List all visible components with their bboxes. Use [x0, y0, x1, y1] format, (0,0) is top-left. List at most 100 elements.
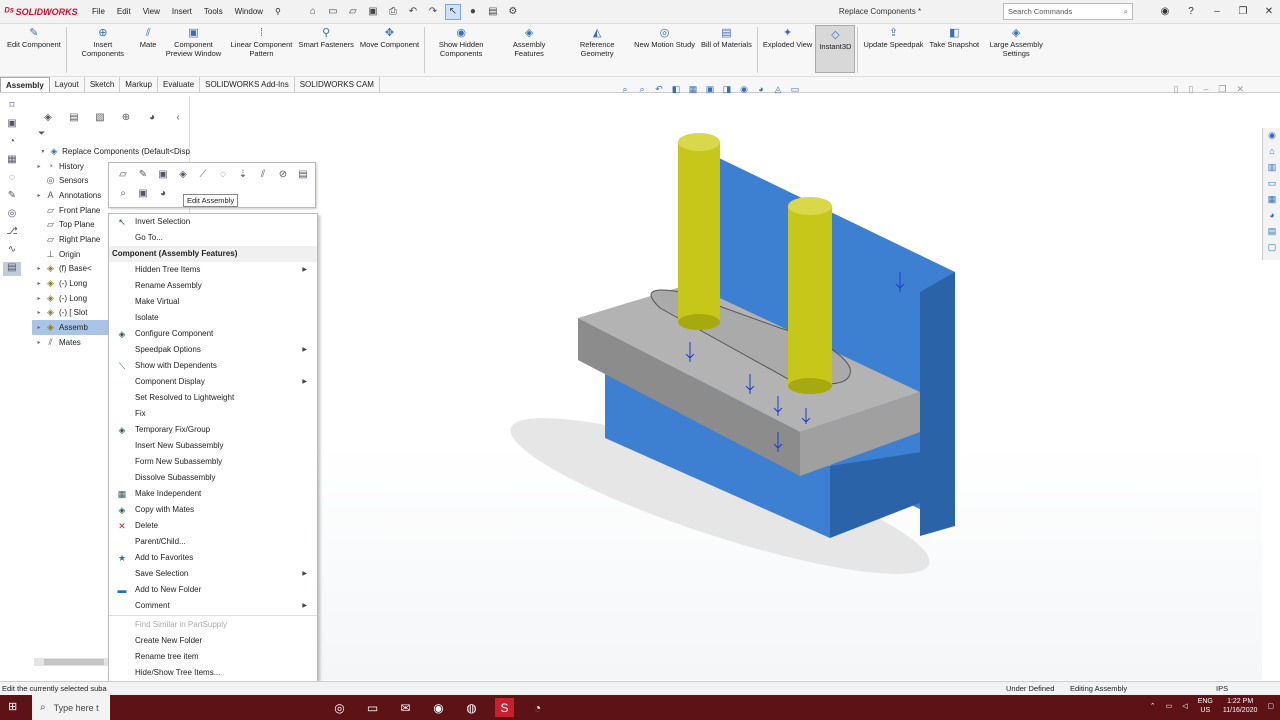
tab-assembly[interactable]: Assembly — [0, 77, 50, 92]
help-icon[interactable]: ? — [1184, 2, 1198, 20]
menu-item-isolate[interactable]: Isolate — [109, 310, 317, 326]
pin-icon[interactable]: ⚲ — [269, 7, 287, 16]
configuration-manager-tab-icon[interactable]: ▧ — [92, 110, 108, 124]
user-icon[interactable]: ◉ — [1158, 2, 1172, 20]
chrome-icon[interactable]: ◎ — [330, 698, 349, 717]
menu-item-temporary-fix-group[interactable]: ◈ Temporary Fix/Group — [109, 422, 317, 438]
viewport-tile-icon[interactable]: ▯ — [1188, 84, 1193, 95]
expand-arrow-icon[interactable]: ▸ — [34, 192, 44, 199]
appearance-icon[interactable]: ◕ — [155, 185, 171, 201]
menu-item-make-virtual[interactable]: Make Virtual — [109, 294, 317, 310]
home-icon[interactable]: ⌂ — [305, 4, 321, 20]
menu-item-rename-assembly[interactable]: Rename Assembly — [109, 278, 317, 294]
status-units[interactable]: IPS — [1216, 682, 1228, 695]
tab-markup[interactable]: Markup — [120, 77, 158, 92]
ribbon-button-instant3d[interactable]: ◇ Instant3D — [815, 25, 856, 73]
expand-arrow-icon[interactable]: ▸ — [34, 309, 44, 316]
edit-part-icon[interactable]: ✎ — [135, 166, 151, 182]
viewport-minimize-icon[interactable]: – — [1203, 84, 1208, 95]
display-manager-tab-icon[interactable]: ◕ — [144, 110, 160, 124]
menu-item-invert-selection[interactable]: ↖ Invert Selection — [109, 214, 317, 230]
file-explorer-taskbar-icon[interactable]: ▭ — [363, 698, 382, 717]
ribbon-button-update-speedpak[interactable]: ⇪ Update Speedpak — [860, 24, 926, 50]
feature-tree-tab-icon[interactable]: ◈ — [40, 110, 56, 124]
minimize-icon[interactable]: – — [1210, 2, 1224, 20]
ribbon-button-large-assembly-settings[interactable]: ◈ Large Assembly Settings — [982, 24, 1050, 58]
tab-addins[interactable]: SOLIDWORKS Add-Ins — [200, 77, 295, 92]
undo-icon[interactable]: ↶ — [405, 4, 421, 20]
viewport-restore-icon[interactable]: ❐ — [1218, 84, 1226, 95]
ribbon-button-mate[interactable]: ⫽ Mate — [137, 24, 160, 50]
menu-file[interactable]: File — [86, 7, 111, 16]
strip-tool-9-icon[interactable]: ∿ — [3, 244, 21, 258]
menu-view[interactable]: View — [137, 7, 166, 16]
dimxpert-tab-icon[interactable]: ⊕ — [118, 110, 134, 124]
ribbon-button-linear-component-pattern[interactable]: ⁞ Linear Component Pattern — [227, 24, 295, 58]
panel-more-icon[interactable]: ‹ — [170, 110, 186, 124]
menu-item-add-to-new-folder[interactable]: ▬ Add to New Folder — [109, 582, 317, 598]
home-pane-icon[interactable]: ⌂ — [1265, 146, 1279, 160]
save-icon[interactable]: ▣ — [365, 4, 381, 20]
discord-icon[interactable]: ◍ — [462, 698, 481, 717]
ribbon-button-take-snapshot[interactable]: ◧ Take Snapshot — [927, 24, 983, 50]
menu-item-parent-child[interactable]: Parent/Child... — [109, 534, 317, 550]
strip-tool-7-icon[interactable]: ◎ — [3, 208, 21, 222]
menu-item-component-display[interactable]: Component Display ▶ — [109, 374, 317, 390]
pin-2-top[interactable] — [788, 197, 832, 215]
appearances-icon[interactable]: ◕ — [1265, 210, 1279, 224]
view-settings-icon[interactable]: ▭ — [788, 82, 802, 96]
strip-tool-5-icon[interactable]: ◌ — [3, 172, 21, 186]
apply-scene-icon[interactable]: ◬ — [771, 82, 785, 96]
viewport-expand-icon[interactable]: ▯ — [1173, 84, 1178, 95]
network-icon[interactable]: ▭ — [1166, 702, 1173, 710]
menu-tools[interactable]: Tools — [198, 7, 229, 16]
redo-icon[interactable]: ↷ — [425, 4, 441, 20]
solidworks-resources-icon[interactable]: ◉ — [1265, 130, 1279, 144]
design-library-icon[interactable]: ▥ — [1265, 162, 1279, 176]
menu-window[interactable]: Window — [229, 7, 269, 16]
menu-item-hide-show-tree-items[interactable]: Hide/Show Tree Items... — [109, 665, 317, 681]
move-component-icon[interactable]: ⇣ — [235, 166, 251, 182]
filter-icon[interactable]: ⏷ — [32, 128, 189, 140]
ribbon-button-move-component[interactable]: ✥ Move Component — [357, 24, 422, 50]
tab-sketch[interactable]: Sketch — [85, 77, 121, 92]
ribbon-button-edit-component[interactable]: ✎ Edit Component — [4, 24, 64, 50]
rebuild-icon[interactable]: ● — [465, 4, 481, 20]
view-selected-icon[interactable]: ▣ — [135, 185, 151, 201]
open-part-icon[interactable]: ▱ — [115, 166, 131, 182]
menu-item-make-independent[interactable]: ▦ Make Independent — [109, 486, 317, 502]
close-icon[interactable]: ✕ — [1262, 2, 1276, 20]
forum-icon[interactable]: ▢ — [1265, 242, 1279, 256]
strip-tool-8-icon[interactable]: ⎇ — [3, 226, 21, 240]
strip-tool-4-icon[interactable]: ▦ — [3, 154, 21, 168]
menu-item-set-resolved-to-lightweight[interactable]: Set Resolved to Lightweight — [109, 390, 317, 406]
menu-item-form-new-subassembly[interactable]: Form New Subassembly — [109, 454, 317, 470]
clock[interactable]: 1:22 PM 11/16/2020 — [1223, 697, 1258, 715]
select-icon[interactable]: ↖ — [444, 3, 461, 20]
menu-item-configure-component[interactable]: ◈ Configure Component — [109, 326, 317, 342]
ribbon-button-component-preview-window[interactable]: ▣ Component Preview Window — [159, 24, 227, 58]
previous-view-icon[interactable]: ↶ — [652, 82, 666, 96]
custom-properties-icon[interactable]: ▤ — [1265, 226, 1279, 240]
pin-2-body[interactable] — [788, 206, 832, 386]
mail-icon[interactable]: ✉ — [396, 698, 415, 717]
windows-start-icon[interactable]: ⊞ — [8, 700, 22, 714]
pin-1-body[interactable] — [678, 142, 720, 322]
graphics-area[interactable]: ⌕ ⌕ ↶ ◧ ▦ ▣ ◨ ◉ ◕ ◬ ▭ ▯ ▯ – ❐ ✕ — [190, 84, 1262, 680]
tab-layout[interactable]: Layout — [50, 77, 85, 92]
search-icon[interactable]: ⌕ — [1124, 7, 1128, 17]
assembly-model[interactable] — [190, 96, 1262, 680]
search-commands-input[interactable]: Search Commands ⌕ — [1003, 3, 1133, 20]
zoom-to-selection-icon[interactable]: ⌕ — [115, 185, 131, 201]
hide-component-icon[interactable]: ⟋ — [195, 166, 211, 182]
strip-tool-3-icon[interactable]: ◔ — [3, 136, 21, 150]
ribbon-button-smart-fasteners[interactable]: ⚲ Smart Fasteners — [295, 24, 356, 50]
menu-item-hidden-tree-items[interactable]: Hidden Tree Items ▶ — [109, 262, 317, 278]
tree-root[interactable]: ▾ ◈ Replace Components (Default<Disp — [32, 144, 190, 159]
edit-appearance-icon[interactable]: ◕ — [754, 82, 768, 96]
menu-item-go-to[interactable]: Go To... — [109, 230, 317, 246]
tab-cam[interactable]: SOLIDWORKS CAM — [295, 77, 380, 92]
menu-item-fix[interactable]: Fix — [109, 406, 317, 422]
ribbon-button-bill-of-materials[interactable]: ▤ Bill of Materials — [698, 24, 755, 50]
strip-tool-1-icon[interactable]: ⌑ — [3, 100, 21, 114]
